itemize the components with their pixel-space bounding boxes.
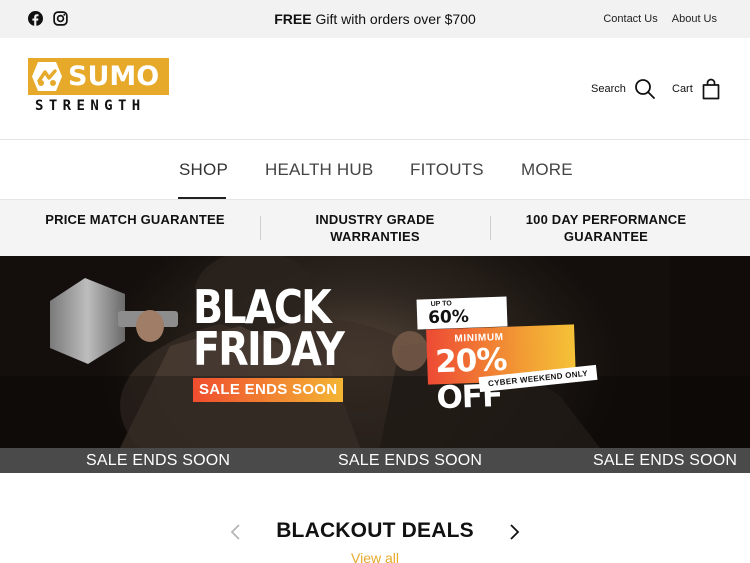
hero-sale-tag: SALE ENDS SOON	[193, 378, 344, 402]
nav-item-more[interactable]: MORE	[521, 160, 573, 180]
site-header: SUMO STRENGTH Search Cart	[0, 38, 750, 140]
guarantee-line: GUARANTEE	[563, 229, 649, 244]
guarantee-line: PRICE MATCH GUARANTEE	[45, 212, 225, 227]
sale-marquee: SALE ENDS SOON SALE ENDS SOON SALE ENDS …	[0, 448, 750, 473]
guarantee-warranties: INDUSTRY GRADE WARRANTIES	[280, 211, 470, 245]
top-links: Contact Us About Us	[603, 13, 717, 25]
search-icon	[634, 79, 655, 99]
search-label: Search	[591, 83, 626, 95]
about-us-link[interactable]: About Us	[672, 13, 717, 25]
view-all-link[interactable]: View all	[0, 550, 750, 563]
sumo-strength-logo[interactable]: SUMO STRENGTH	[28, 58, 170, 116]
guarantee-line: INDUSTRY GRADE	[315, 212, 435, 227]
black-friday-banner[interactable]: BLACK FRIDAY SALE ENDS SOON UP TO 60% OF…	[0, 256, 750, 448]
guarantee-performance: 100 DAY PERFORMANCE GUARANTEE	[506, 211, 706, 245]
main-nav: SHOP HEALTH HUB FITOUTS MORE	[0, 140, 750, 199]
marquee-item: SALE ENDS SOON	[338, 452, 483, 469]
announcement-rest: Gift with orders over $700	[311, 11, 476, 27]
guarantees-bar: PRICE MATCH GUARANTEE INDUSTRY GRADE WAR…	[0, 199, 750, 256]
guarantee-line: WARRANTIES	[330, 229, 420, 244]
blackout-deals-section: BLACKOUT DEALS View all	[0, 473, 750, 563]
cart-label: Cart	[672, 83, 693, 95]
hero-friday-text: FRIDAY	[193, 322, 345, 376]
cart-button[interactable]: Cart	[672, 78, 721, 100]
chevron-right-icon[interactable]	[507, 523, 521, 541]
shopping-bag-icon	[702, 78, 720, 100]
upto-60-badge: UP TO 60% OFF	[416, 296, 508, 348]
announcement-bar: FREE Gift with orders over $700 Contact …	[0, 0, 750, 38]
guarantee-price-match: PRICE MATCH GUARANTEE	[40, 211, 230, 228]
nav-item-shop[interactable]: SHOP	[179, 160, 228, 180]
logo-mark-icon	[32, 62, 62, 91]
marquee-item: SALE ENDS SOON	[86, 452, 231, 469]
marquee-item: SALE ENDS SOON	[593, 452, 738, 469]
logo-box: SUMO	[28, 58, 169, 95]
guarantee-line: 100 DAY PERFORMANCE	[525, 212, 687, 227]
logo-word: SUMO	[68, 61, 160, 92]
divider	[490, 216, 491, 240]
contact-us-link[interactable]: Contact Us	[603, 13, 657, 25]
logo-subtitle: STRENGTH	[35, 98, 146, 114]
divider	[260, 216, 261, 240]
search-button[interactable]: Search	[591, 78, 656, 100]
hero-photo	[0, 256, 750, 448]
section-title: BLACKOUT DEALS	[276, 519, 474, 542]
nav-item-fitouts[interactable]: FITOUTS	[410, 160, 484, 180]
nav-item-health-hub[interactable]: HEALTH HUB	[265, 160, 373, 180]
announcement-bold: FREE	[274, 11, 312, 27]
